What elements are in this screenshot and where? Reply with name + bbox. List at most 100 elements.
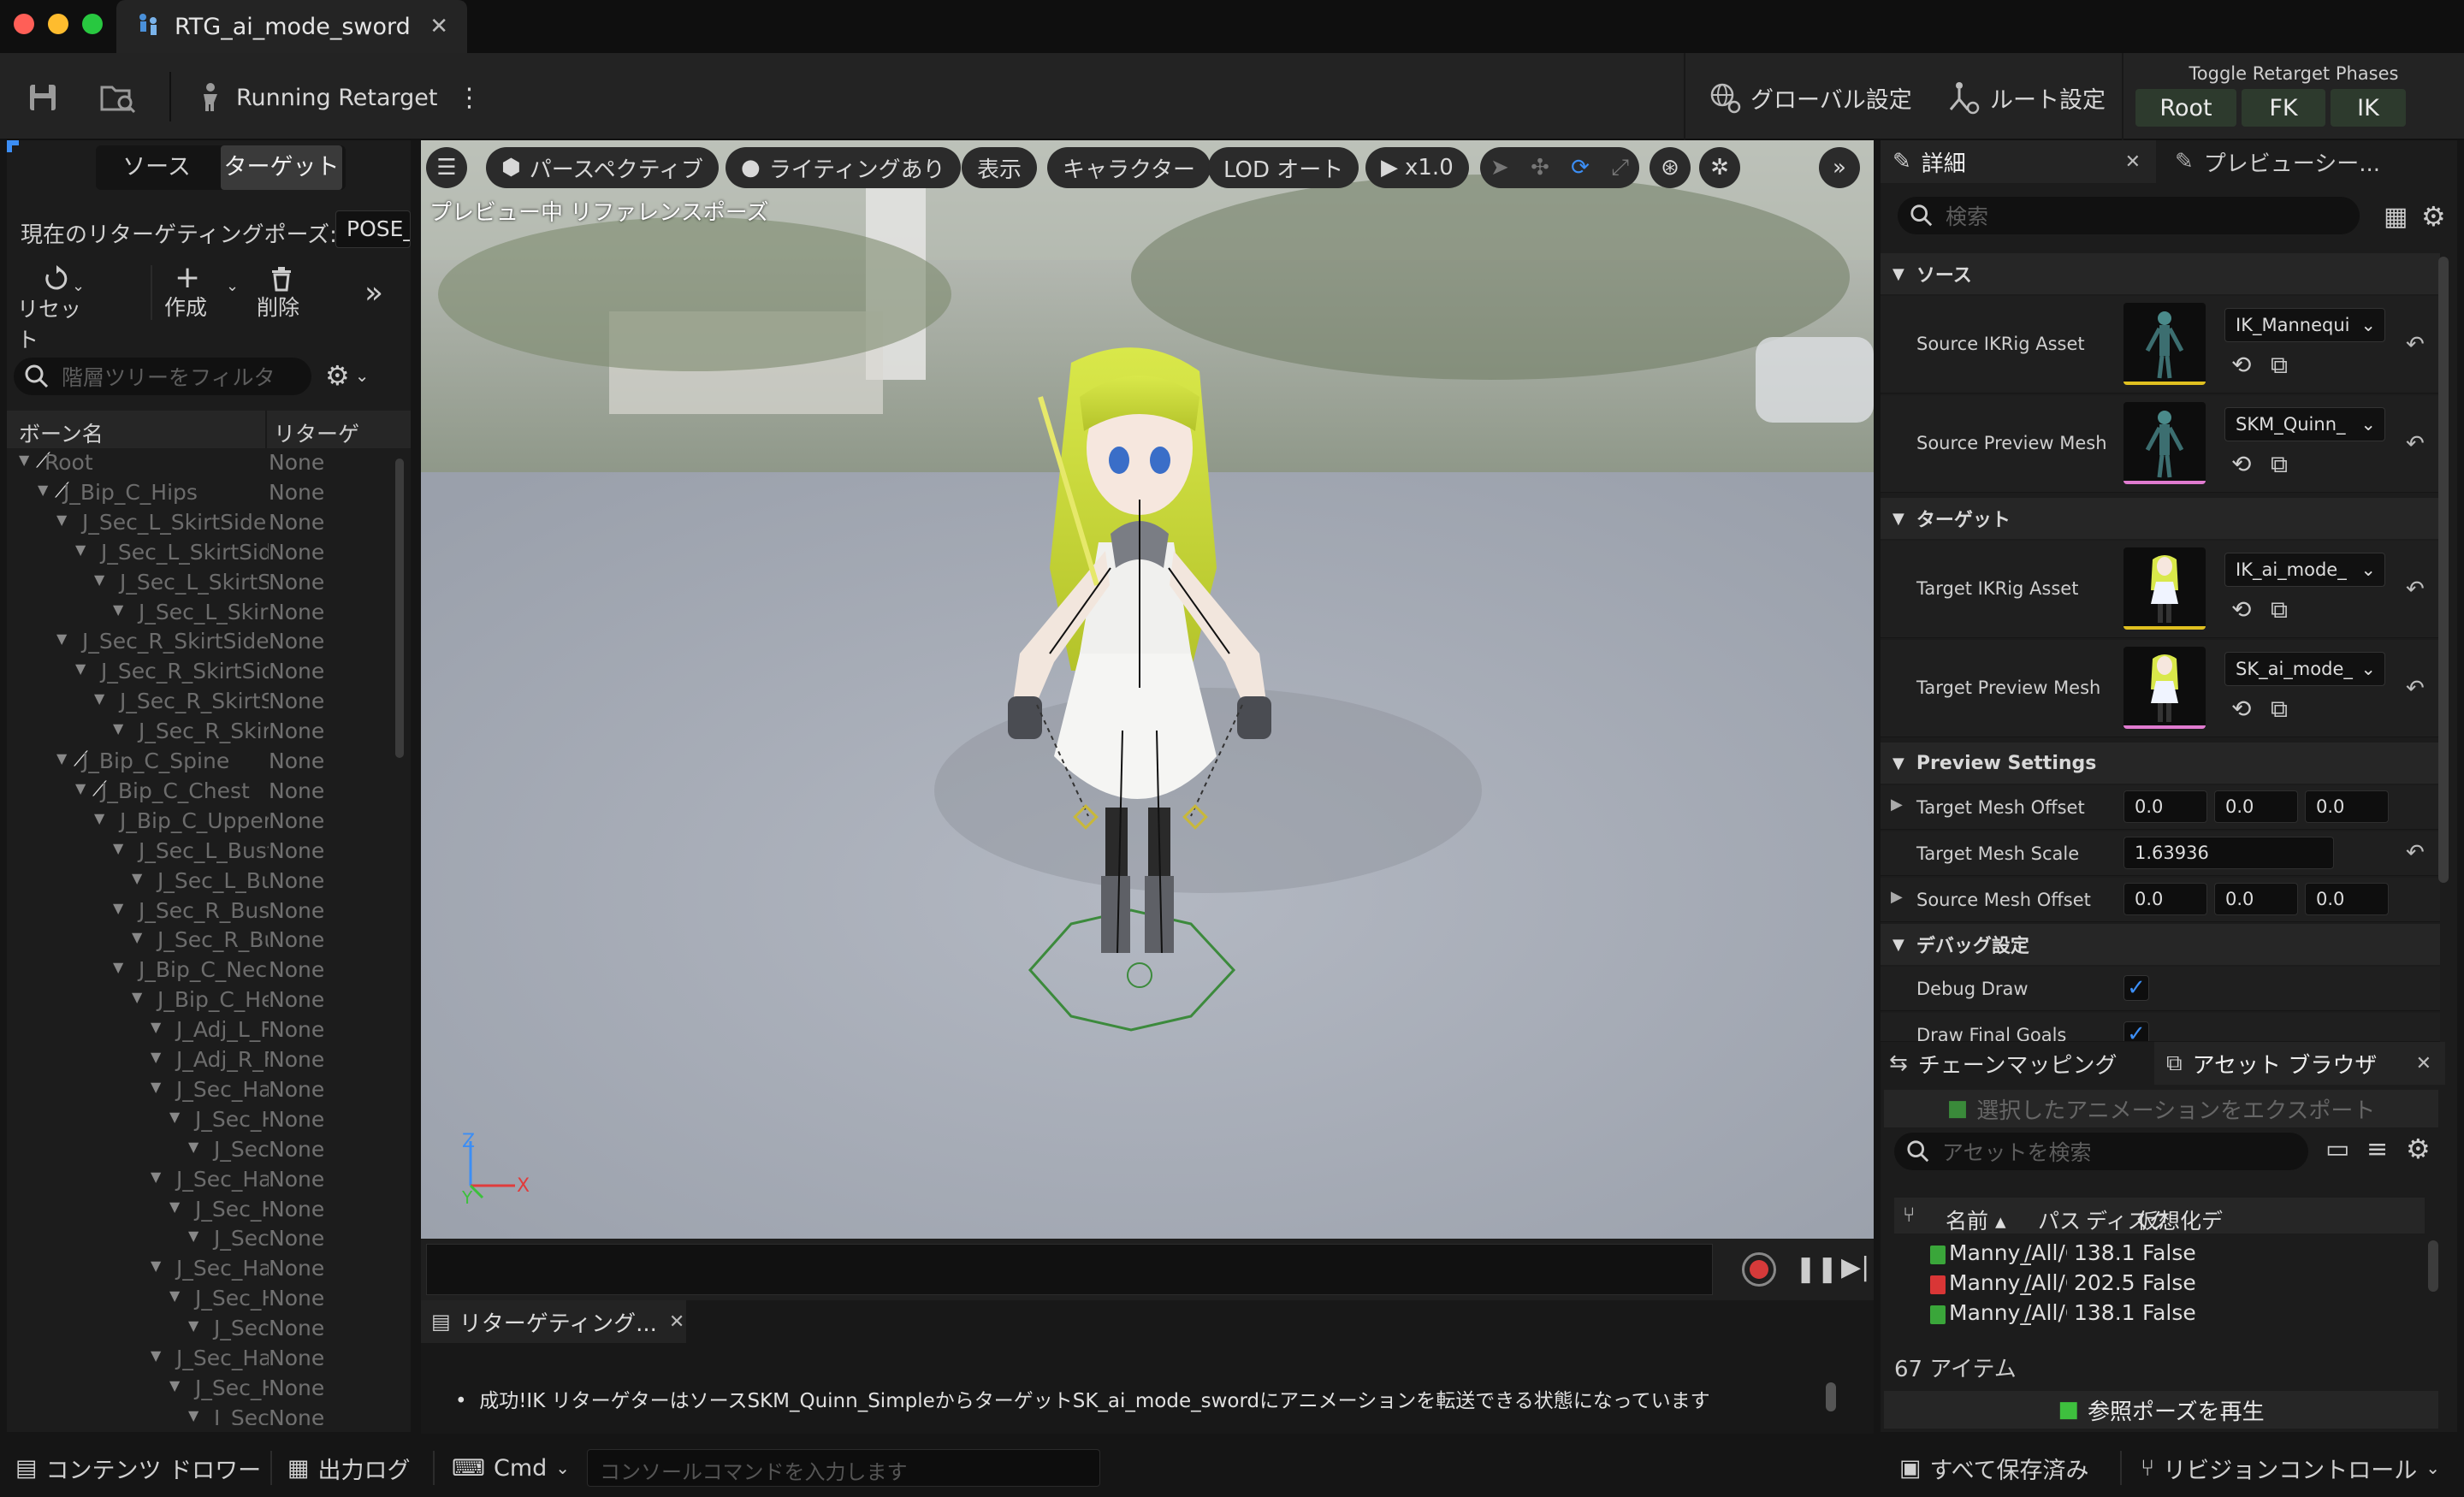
play-ref-pose-button[interactable]: ■ 参照ポーズを再生	[1884, 1391, 2438, 1429]
expand-arrow-icon[interactable]: ▼	[38, 482, 48, 498]
use-selected-icon[interactable]: ⟲	[2231, 450, 2251, 478]
rotate-tool-icon[interactable]: ⟳	[1571, 155, 1590, 180]
target-offset-y[interactable]: 0.0	[2214, 790, 2298, 823]
target-offset-z[interactable]: 0.0	[2305, 790, 2389, 823]
expand-arrow-icon[interactable]: ▼	[19, 452, 29, 468]
more-options-icon[interactable]: ⋮	[456, 83, 482, 113]
col-retarget[interactable]: リターゲ	[274, 417, 359, 448]
tab-source[interactable]: ソース	[96, 145, 217, 190]
expand-arrow-icon[interactable]: ▼	[113, 601, 123, 618]
expand-arrow-icon[interactable]: ▼	[169, 1109, 180, 1125]
bone-tree-row[interactable]: ▼ J_Bip_C_Upper None	[7, 808, 395, 836]
tree-scrollbar[interactable]	[395, 459, 404, 758]
expand-arrow-icon[interactable]: ▼	[169, 1377, 180, 1393]
table-view-icon[interactable]: ▦	[2384, 202, 2408, 232]
expand-arrow-icon[interactable]: ▼	[56, 750, 67, 766]
bone-tree-row[interactable]: ▼ J_Sec_L_SkirtS None	[7, 569, 395, 597]
minimize-window-button[interactable]	[48, 14, 68, 34]
use-selected-icon[interactable]: ⟲	[2231, 351, 2251, 379]
section-debug[interactable]: ▼ デバッグ設定	[1881, 924, 2440, 965]
target-ikrig-thumbnail[interactable]	[2123, 547, 2206, 630]
bone-tree-row[interactable]: ▼ J_Sec_ None	[7, 1316, 395, 1343]
playback-speed-button[interactable]: ▶ x1.0	[1365, 147, 1469, 188]
asset-row[interactable]: Manny_calf_l/All/Gai 138.137 False	[1894, 1240, 2425, 1268]
expand-arrow-icon[interactable]: ▼	[132, 989, 142, 1005]
bone-tree-row[interactable]: ▼ J_Adj_L_F None	[7, 1017, 395, 1044]
expand-arrow-icon[interactable]: ▼	[169, 1287, 180, 1304]
lod-button[interactable]: LOD オート	[1208, 147, 1359, 188]
gear-icon[interactable]: ⚙	[2406, 1133, 2431, 1165]
bone-tree-row[interactable]: ▼ J_Sec_L_SkirtSide None	[7, 509, 395, 537]
expand-arrow-icon[interactable]: ▼	[75, 660, 86, 677]
close-icon[interactable]: ✕	[669, 1311, 684, 1333]
expand-arrow-icon[interactable]: ▼	[188, 1228, 198, 1244]
export-animation-button[interactable]: ■ 選択したアニメーションをエクスポート	[1884, 1090, 2438, 1127]
debug-draw-checkbox[interactable]: ✓	[2123, 975, 2149, 1001]
perspective-button[interactable]: ⬢ パースペクティブ	[486, 147, 720, 188]
delete-button[interactable]: 削除	[257, 265, 317, 320]
target-scale-input[interactable]: 1.63936	[2123, 837, 2334, 869]
section-preview-settings[interactable]: ▼ Preview Settings	[1881, 743, 2440, 784]
chevron-right-icon[interactable]: ▶	[1891, 888, 1903, 906]
expand-arrow-icon[interactable]: ▼	[56, 512, 67, 528]
bone-tree-row[interactable]: ▼ J_Sec_L_Skirt None	[7, 599, 395, 627]
expand-arrow-icon[interactable]: ▼	[151, 1049, 161, 1065]
asset-row[interactable]: Manny_calf_l/All/Gai 202.568 False	[1894, 1270, 2425, 1298]
reset-to-default-icon[interactable]: ↶	[2406, 431, 2425, 457]
bone-tree-row[interactable]: ▼ J_Bip_C_He None	[7, 987, 395, 1015]
bone-tree-row[interactable]: ▼ ⟋ J_Bip_C_Chest None	[7, 777, 395, 806]
expand-arrow-icon[interactable]: ▼	[151, 1169, 161, 1185]
close-tab-icon[interactable]: ✕	[429, 14, 448, 39]
preview-viewport[interactable]: Z X Y ☰ ⬢ パースペクティブ ● ライティングあり 表示 キャラクター …	[421, 140, 1874, 1239]
close-icon[interactable]: ✕	[2125, 151, 2141, 173]
details-scrollbar[interactable]	[2438, 257, 2449, 883]
bone-tree-row[interactable]: ▼ J_Sec_ None	[7, 1226, 395, 1253]
phase-ik-toggle[interactable]: IK	[2331, 89, 2406, 127]
global-settings-button[interactable]: グローバル設定	[1708, 75, 1912, 120]
col-virtual[interactable]: 仮想化デ	[2137, 1204, 2231, 1235]
bone-tree-row[interactable]: ▼ J_Sec_H None	[7, 1375, 395, 1403]
bone-tree-row[interactable]: ▼ J_Sec_L_Bust None	[7, 837, 395, 866]
running-retarget-button[interactable]: Running Retarget ⋮	[193, 75, 482, 120]
reset-to-default-icon[interactable]: ↶	[2406, 577, 2425, 602]
snap-button[interactable]: ⊛	[1650, 147, 1691, 188]
expand-arrow-icon[interactable]: ▼	[151, 1347, 161, 1364]
viewport-more-button[interactable]: »	[1819, 147, 1860, 188]
pause-button[interactable]: ❚❚	[1795, 1254, 1838, 1284]
bone-tree-row[interactable]: ▼ J_Sec_R_Bust None	[7, 897, 395, 926]
chevron-right-icon[interactable]: ▶	[1891, 796, 1903, 814]
tab-target[interactable]: ターゲット	[221, 145, 342, 190]
tab-asset-browser[interactable]: ⧉ アセット ブラウザ ✕	[2154, 1042, 2445, 1085]
source-mesh-thumbnail[interactable]	[2123, 402, 2206, 484]
asset-row[interactable]: Manny_calf_l/All/Gai 138.146 False	[1894, 1300, 2425, 1326]
expand-arrow-icon[interactable]: ▼	[75, 541, 86, 558]
expand-arrow-icon[interactable]: ▼	[94, 571, 104, 588]
expand-arrow-icon[interactable]: ▼	[56, 630, 67, 647]
asset-search-input[interactable]: アセットを検索	[1894, 1133, 2308, 1170]
source-offset-x[interactable]: 0.0	[2123, 883, 2207, 915]
expand-arrow-icon[interactable]: ▼	[151, 1257, 161, 1274]
character-button[interactable]: キャラクター	[1047, 147, 1211, 188]
bone-tree-row[interactable]: ▼ J_Sec_Hai None	[7, 1256, 395, 1283]
use-selected-icon[interactable]: ⟲	[2231, 695, 2251, 723]
expand-arrow-icon[interactable]: ▼	[188, 1407, 198, 1423]
details-search-input[interactable]: 検索	[1898, 197, 2360, 234]
create-button[interactable]: + ⌄ 作成	[164, 263, 241, 321]
tab-chain-mapping[interactable]: ⇆ チェーンマッピング	[1881, 1042, 2154, 1085]
section-target[interactable]: ▼ ターゲット	[1881, 498, 2440, 539]
bone-tree-row[interactable]: ▼ J_Sec_L_Bu None	[7, 867, 395, 896]
bone-tree-row[interactable]: ▼ ⟋ Root None	[7, 450, 395, 477]
timeline-scrubber[interactable]	[426, 1244, 1713, 1295]
expand-arrow-icon[interactable]: ▼	[113, 840, 123, 856]
col-bone-name[interactable]: ボーン名	[19, 417, 104, 448]
expand-arrow-icon[interactable]: ▼	[188, 1139, 198, 1155]
col-name[interactable]: 名前 ▴	[1946, 1204, 2006, 1235]
reset-button[interactable]: ⌄ リセット	[17, 265, 91, 352]
target-mesh-select[interactable]: SK_ai_mode_ ⌄	[2224, 652, 2385, 686]
save-all-button[interactable]: ▣ すべて保存済み	[1899, 1447, 2089, 1488]
scale-tool-icon[interactable]: ⤢	[1611, 155, 1629, 181]
expand-arrow-icon[interactable]: ▼	[132, 870, 142, 886]
expand-arrow-icon[interactable]: ▼	[75, 780, 86, 796]
bone-tree-row[interactable]: ▼ J_Bip_C_Neck None	[7, 957, 395, 985]
gear-icon[interactable]: ⚙	[2421, 200, 2446, 233]
